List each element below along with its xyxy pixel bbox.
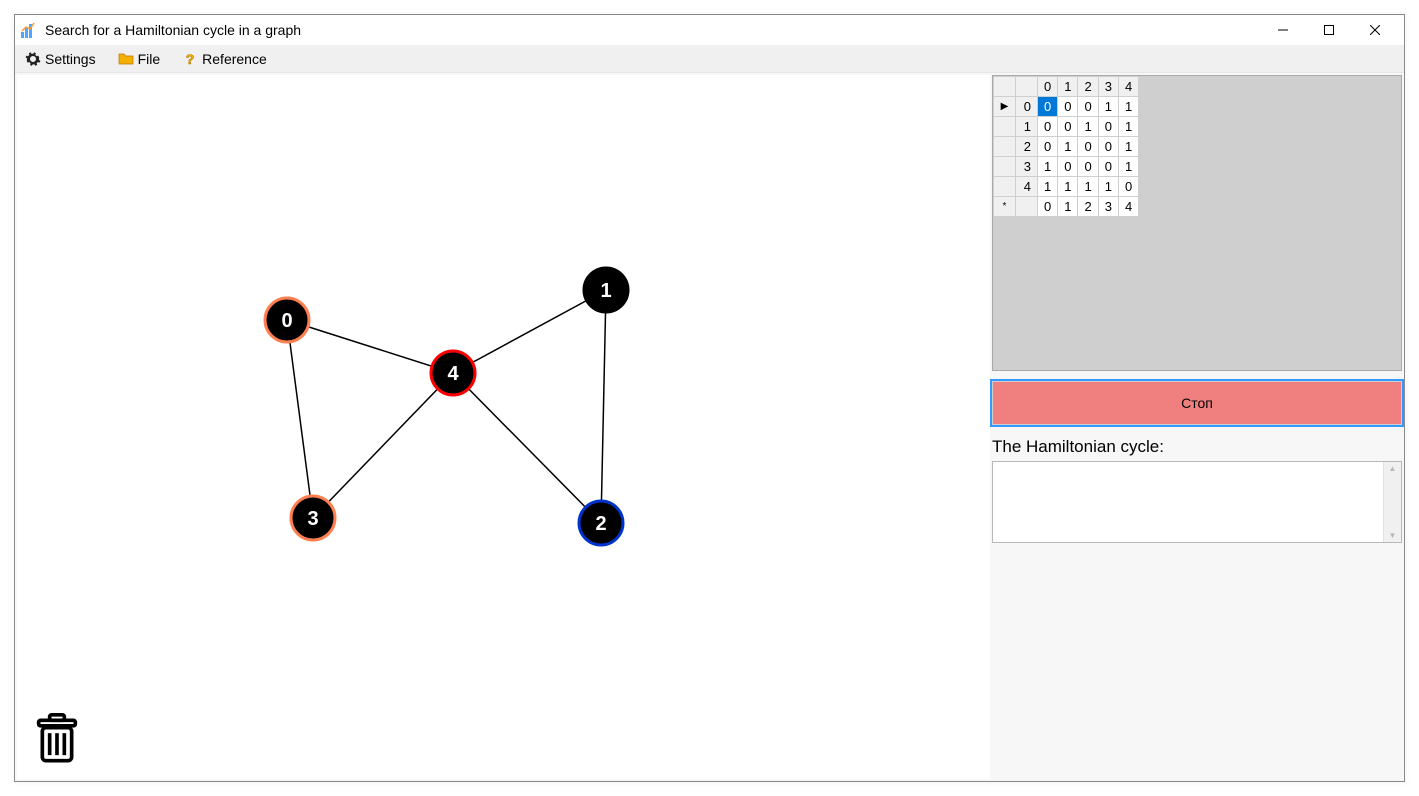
grid-cell[interactable]: 1: [1078, 117, 1098, 137]
grid-column-header[interactable]: 3: [1098, 77, 1118, 97]
menu-label: File: [138, 51, 161, 67]
graph-canvas[interactable]: 0 1 2 3 4: [17, 75, 990, 779]
grid-cell[interactable]: 1: [1118, 157, 1138, 177]
grid-row-header[interactable]: 2: [1016, 137, 1038, 157]
menu-label: Reference: [202, 51, 267, 67]
app-window: Search for a Hamiltonian cycle in a grap…: [14, 14, 1405, 782]
content-area: 01234 01234▶0000111001012010013100014111…: [15, 73, 1404, 781]
grid-row-header[interactable]: [1016, 197, 1038, 217]
graph-edge[interactable]: [453, 373, 601, 523]
grid-row-indicator[interactable]: [994, 117, 1016, 137]
grid-row-indicator[interactable]: ▶: [994, 97, 1016, 117]
grid-row-header[interactable]: 1: [1016, 117, 1038, 137]
grid-row-indicator[interactable]: [994, 177, 1016, 197]
grid-column-header[interactable]: 1: [1058, 77, 1078, 97]
grid-cell[interactable]: 0: [1038, 197, 1058, 217]
grid-cell[interactable]: 1: [1058, 197, 1078, 217]
grid-cell[interactable]: 4: [1118, 197, 1138, 217]
grid-cell[interactable]: 1: [1118, 137, 1138, 157]
chevron-up-icon[interactable]: ▲: [1389, 464, 1397, 473]
grid-row: 100101: [994, 117, 1139, 137]
grid-cell[interactable]: 1: [1098, 177, 1118, 197]
grid-cell[interactable]: 0: [1078, 97, 1098, 117]
grid-cell[interactable]: 0: [1058, 117, 1078, 137]
grid-cell[interactable]: 0: [1058, 97, 1078, 117]
graph-node[interactable]: 2: [579, 501, 623, 545]
graph-edge[interactable]: [453, 290, 606, 373]
result-textbox[interactable]: ▲ ▼: [992, 461, 1402, 543]
grid-row: 411110: [994, 177, 1139, 197]
grid-column-header[interactable]: 2: [1078, 77, 1098, 97]
adjacency-matrix-grid[interactable]: 01234▶000011100101201001310001411110*012…: [992, 75, 1402, 371]
grid-corner: [1016, 77, 1038, 97]
menubar: Settings File ? Reference: [15, 45, 1404, 73]
result-label: The Hamiltonian cycle:: [992, 437, 1402, 457]
stop-button[interactable]: Стоп: [992, 381, 1402, 425]
graph-node[interactable]: 3: [291, 496, 335, 540]
graph-edge[interactable]: [313, 373, 453, 518]
grid-cell[interactable]: 1: [1118, 117, 1138, 137]
titlebar: Search for a Hamiltonian cycle in a grap…: [15, 15, 1404, 45]
grid-row-indicator[interactable]: [994, 137, 1016, 157]
side-panel: 01234▶000011100101201001310001411110*012…: [992, 73, 1404, 781]
grid-cell[interactable]: 0: [1078, 157, 1098, 177]
app-icon: [21, 22, 37, 38]
grid-cell[interactable]: 0: [1118, 177, 1138, 197]
result-text: [993, 462, 1383, 542]
grid-row-header[interactable]: 3: [1016, 157, 1038, 177]
maximize-button[interactable]: [1306, 15, 1352, 45]
grid-cell[interactable]: 0: [1098, 117, 1118, 137]
graph-node[interactable]: 4: [431, 351, 475, 395]
grid-cell[interactable]: 1: [1098, 97, 1118, 117]
grid-cell[interactable]: 0: [1078, 137, 1098, 157]
close-button[interactable]: [1352, 15, 1398, 45]
grid-column-header[interactable]: 4: [1118, 77, 1138, 97]
grid-column-header[interactable]: 0: [1038, 77, 1058, 97]
graph-edge[interactable]: [287, 320, 453, 373]
grid-cell[interactable]: 1: [1038, 177, 1058, 197]
stop-button-label: Стоп: [1181, 395, 1213, 411]
grid-cell[interactable]: 0: [1038, 137, 1058, 157]
minimize-button[interactable]: [1260, 15, 1306, 45]
graph-edge[interactable]: [601, 290, 606, 523]
grid-row-header[interactable]: 4: [1016, 177, 1038, 197]
grid-corner: [994, 77, 1016, 97]
grid-row-header[interactable]: 0: [1016, 97, 1038, 117]
menu-label: Settings: [45, 51, 96, 67]
menu-reference[interactable]: ? Reference: [176, 49, 273, 69]
help-icon: ?: [182, 51, 198, 67]
chevron-down-icon[interactable]: ▼: [1389, 531, 1397, 540]
grid-cell[interactable]: 1: [1058, 137, 1078, 157]
gear-icon: [25, 51, 41, 67]
grid-row-indicator[interactable]: *: [994, 197, 1016, 217]
grid-cell[interactable]: 3: [1098, 197, 1118, 217]
grid-row: 310001: [994, 157, 1139, 177]
grid-row-indicator[interactable]: [994, 157, 1016, 177]
graph-node[interactable]: 1: [584, 268, 628, 312]
svg-text:?: ?: [186, 51, 195, 67]
grid-cell[interactable]: 1: [1118, 97, 1138, 117]
menu-file[interactable]: File: [112, 49, 167, 69]
graph-svg: 0 1 2 3 4: [17, 75, 990, 779]
window-title: Search for a Hamiltonian cycle in a grap…: [45, 22, 301, 38]
menu-settings[interactable]: Settings: [19, 49, 102, 69]
window-controls: [1260, 15, 1398, 45]
grid-cell[interactable]: 1: [1038, 157, 1058, 177]
trash-icon[interactable]: [35, 713, 79, 761]
graph-node[interactable]: 0: [265, 298, 309, 342]
grid-cell[interactable]: 0: [1098, 157, 1118, 177]
grid-cell[interactable]: 1: [1058, 177, 1078, 197]
grid-cell[interactable]: 0: [1038, 97, 1058, 117]
grid-row: * 01234: [994, 197, 1139, 217]
grid-cell[interactable]: 1: [1078, 177, 1098, 197]
grid-row: 201001: [994, 137, 1139, 157]
result-scrollbar[interactable]: ▲ ▼: [1383, 462, 1401, 542]
grid-cell[interactable]: 2: [1078, 197, 1098, 217]
grid-cell[interactable]: 0: [1098, 137, 1118, 157]
graph-edge[interactable]: [287, 320, 313, 518]
folder-icon: [118, 51, 134, 67]
grid-cell[interactable]: 0: [1038, 117, 1058, 137]
grid-row: ▶000011: [994, 97, 1139, 117]
grid-cell[interactable]: 0: [1058, 157, 1078, 177]
